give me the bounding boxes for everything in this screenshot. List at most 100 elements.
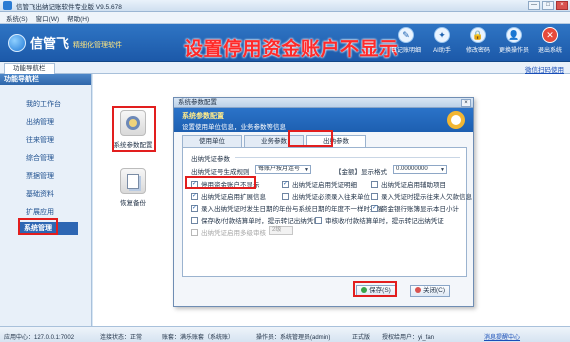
user-icon: 👤 — [506, 27, 522, 43]
toolbar-ai-assistant[interactable]: ✦ AI助手 — [426, 27, 458, 54]
toolbar-label: 退出系统 — [537, 48, 562, 54]
checkbox[interactable]: ✓ — [371, 204, 378, 212]
sidebar: 功能导航栏 我的工作台 出纳管理 往来管理 综合管理 票据管理 基础资料 扩展应… — [0, 74, 92, 326]
toolbar-exit-system[interactable]: ✕ 退出系统 — [534, 27, 566, 54]
checkbox[interactable] — [191, 228, 198, 236]
menu-help[interactable]: 帮助(H) — [67, 13, 89, 23]
sidebar-item-general[interactable]: 综合管理 — [22, 152, 82, 165]
save-button[interactable]: 保存(S) — [356, 285, 396, 297]
checkbox[interactable]: ✓ — [282, 180, 289, 188]
brand-logo-icon — [8, 33, 26, 52]
window-title-bar: 信管飞出纳记账软件专业版 V9.5.678 — □ × — [0, 0, 570, 12]
sidebar-item-workbench[interactable]: 我的工作台 — [22, 98, 82, 111]
message-center-link[interactable]: 消息提醒中心 — [484, 332, 520, 341]
tab-function-nav[interactable]: 功能导航栏 — [4, 63, 55, 74]
toolbar-ledger-detail[interactable]: ✎ 日记账明细 — [390, 27, 422, 54]
audit-level-select[interactable]: 2级 — [269, 226, 293, 235]
brand: 信管飞 精细化管理软件 — [8, 33, 122, 52]
status-app-center: 应用中心：127.0.0.1:7002 — [4, 335, 75, 341]
header-banner: 信管飞 精细化管理软件 设置停用资金账户不显示 ✎ 日记账明细 ✦ AI助手 🔒… — [0, 24, 570, 62]
brand-name: 信管飞 — [30, 36, 70, 51]
option-aux-items[interactable]: 出纳凭证启用辅助项目 — [371, 179, 446, 189]
amount-format-select[interactable]: 0.00000000 ▼ — [393, 165, 447, 174]
dialog-tabs: 使用单位 业务参数 出纳参数 — [182, 135, 366, 147]
option-label: 出纳凭证启用凭证明细 — [292, 182, 357, 189]
close-window-button[interactable]: × — [556, 1, 568, 10]
checkbox[interactable]: ✓ — [191, 192, 198, 200]
chevron-down-icon: ▼ — [440, 167, 445, 173]
toolbar-label: 日记账明细 — [390, 48, 421, 54]
status-license: 授权给用户：yi_fan — [382, 335, 435, 341]
config-gear-icon — [447, 111, 465, 129]
tab-cashier-params[interactable]: 出纳参数 — [306, 135, 366, 147]
ai-icon: ✦ — [434, 27, 450, 43]
sidebar-item-bills[interactable]: 票据管理 — [22, 170, 82, 183]
option-audit-transfer-prompt[interactable]: 审核收/付款结算单时，提示转记出纳凭证 — [315, 215, 444, 225]
wechat-scan-link[interactable]: 微信扫码使用 — [525, 64, 564, 74]
toolbar-switch-operator[interactable]: 👤 更换操作员 — [498, 27, 530, 54]
dialog-close-icon[interactable]: × — [461, 99, 471, 107]
window-title: 信管飞出纳记账软件专业版 V9.5.678 — [16, 3, 122, 11]
voucher-rule-select[interactable]: 每账户按月连号 ▼ — [255, 165, 311, 174]
option-debt-reminder[interactable]: 录入凭证时提示往来人欠款信息 — [371, 191, 472, 201]
maximize-button[interactable]: □ — [542, 1, 554, 10]
dialog-banner: 系统参数配置 设置使用单位信息，业务参数等信息 — [174, 108, 473, 132]
option-hide-disabled-accounts[interactable]: ✓ 停用资金账户不显示 — [191, 179, 260, 189]
toolbar-label: 更换操作员 — [498, 48, 529, 54]
checkbox[interactable]: ✓ — [191, 180, 198, 188]
toolbar-label: AI助手 — [433, 48, 451, 54]
close-button-label: 关闭(C) — [422, 287, 446, 294]
menu-window[interactable]: 窗口(W) — [36, 13, 59, 23]
sidebar-item-cashier[interactable]: 出纳管理 — [22, 116, 82, 129]
app-logo-icon — [3, 1, 12, 10]
sidebar-header: 功能导航栏 — [0, 74, 91, 85]
checkbox[interactable] — [371, 180, 378, 188]
option-label: 审核收/付款结算单时，提示转记出纳凭证 — [325, 218, 444, 225]
exit-icon: ✕ — [542, 27, 558, 43]
option-multi-level-audit[interactable]: 出纳凭证启用多级审核 — [191, 227, 266, 237]
option-extended-info[interactable]: ✓ 出纳凭证启用扩展信息 — [191, 191, 266, 201]
option-year-mismatch-warning[interactable]: ✓ 录入出纳凭证时发生日期的年份与系统日期的年度不一样时提醒 — [191, 203, 383, 213]
option-save-transfer-prompt[interactable]: 保存收/付款结算单时，提示转记出纳凭证 — [191, 215, 320, 225]
status-operator: 操作员：系统管理员(admin) — [256, 335, 331, 341]
option-require-partner[interactable]: 出纳凭证必须录入往来单位 — [282, 191, 370, 201]
tab-company-info[interactable]: 使用单位 — [182, 135, 242, 147]
module-system-config[interactable]: 系统参数配置 — [109, 110, 157, 149]
checkbox[interactable] — [371, 192, 378, 200]
close-button[interactable]: 关闭(C) — [410, 285, 450, 297]
sidebar-item-accounts[interactable]: 往来管理 — [22, 134, 82, 147]
option-label: 出纳凭证启用辅助项目 — [381, 182, 446, 189]
minimize-button[interactable]: — — [528, 1, 540, 10]
toolbar-label: 修改密码 — [465, 48, 490, 54]
option-label: 出纳凭证启用多级审核 — [201, 230, 266, 237]
option-voucher-detail[interactable]: ✓ 出纳凭证启用凭证明细 — [282, 179, 357, 189]
status-connection: 连接状态：正常 — [100, 335, 143, 341]
option-daily-subtotal[interactable]: ✓ 资金银行账簿显示本日小计 — [371, 203, 459, 213]
checkbox[interactable]: ✓ — [191, 204, 198, 212]
tab-business-params[interactable]: 业务参数 — [244, 135, 304, 147]
voucher-rule-value: 每账户按月连号 — [258, 166, 301, 172]
status-account-set: 账套：满乐账套（系统账） — [162, 335, 235, 341]
dialog-banner-subtitle: 设置使用单位信息，业务参数等信息 — [182, 124, 286, 131]
sidebar-item-extensions[interactable]: 扩展应用 — [22, 206, 82, 219]
backup-document-icon — [120, 168, 146, 194]
sidebar-item-basic-data[interactable]: 基础资料 — [22, 188, 82, 201]
module-restore-backup[interactable]: 恢复备份 — [109, 168, 157, 207]
menu-system[interactable]: 系统(S) — [6, 13, 28, 23]
dialog-title: 系统参数配置 — [174, 98, 473, 108]
amount-format-value: 0.00000000 — [396, 166, 428, 172]
option-label: 停用资金账户不显示 — [201, 182, 260, 189]
option-label: 录入凭证时提示往来人欠款信息 — [381, 194, 472, 201]
checkbox[interactable] — [282, 192, 289, 200]
checkbox[interactable] — [315, 216, 322, 224]
module-label: 系统参数配置 — [113, 142, 153, 149]
checkbox[interactable] — [191, 216, 198, 224]
toolbar-change-password[interactable]: 🔒 修改密码 — [462, 27, 494, 54]
system-config-dialog: 系统参数配置 × 系统参数配置 设置使用单位信息，业务参数等信息 使用单位 业务… — [173, 97, 474, 307]
save-button-label: 保存(S) — [369, 287, 391, 294]
section-title: 出纳凭证参数 — [191, 156, 230, 163]
lock-icon: 🔒 — [470, 27, 486, 43]
sidebar-item-system-management[interactable]: 系统管理 — [20, 222, 78, 235]
module-label: 恢复备份 — [120, 200, 146, 207]
settings-gear-icon — [120, 110, 146, 136]
